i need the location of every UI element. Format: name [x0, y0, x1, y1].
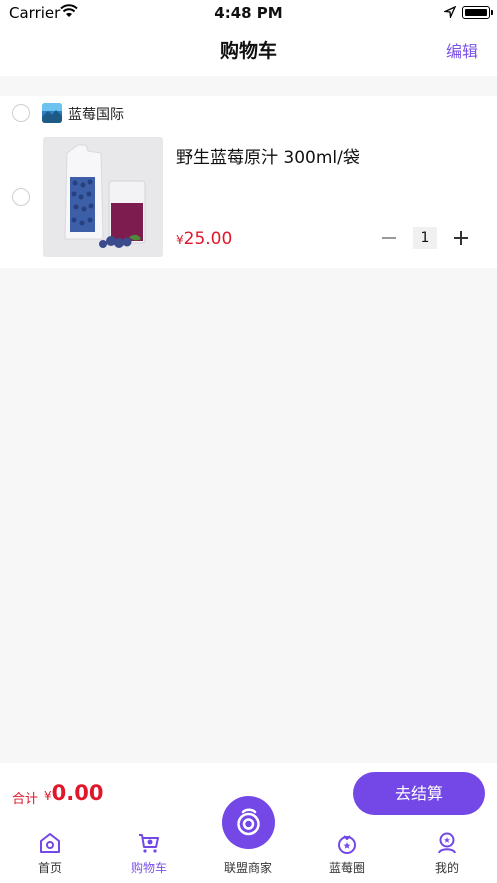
status-bar: Carrier 4:48 PM: [0, 0, 497, 28]
edit-button[interactable]: 编辑: [446, 38, 478, 62]
shop-name: 蓝莓国际: [68, 107, 124, 123]
tab-cart[interactable]: 购物车: [109, 821, 189, 883]
tab-home[interactable]: 首页: [10, 821, 90, 883]
price-value: 25.00: [183, 229, 233, 249]
product-price: ¥25.00: [176, 229, 232, 249]
total-value: 0.00: [51, 781, 104, 805]
profile-icon: [438, 832, 456, 854]
blueberry-icon: [338, 835, 356, 854]
home-icon: [40, 833, 60, 853]
total-label: 合计: [12, 792, 39, 807]
checkout-button[interactable]: 去结算: [353, 772, 485, 815]
tab-blueberry-circle[interactable]: 蓝莓圈: [307, 821, 387, 883]
item-select-radio[interactable]: [12, 188, 30, 206]
location-arrow-icon: [444, 6, 456, 18]
nav-bar: 购物车 编辑: [0, 28, 497, 76]
tab-blueberry-circle-label: 蓝莓圈: [328, 861, 365, 875]
total-amount: ¥0.00: [44, 781, 103, 805]
tab-alliance-label[interactable]: 联盟商家: [208, 859, 288, 876]
shop-select-radio[interactable]: [12, 104, 30, 122]
increase-quantity-button[interactable]: [451, 228, 471, 248]
alliance-icon: [237, 808, 260, 836]
shop-logo-icon: [42, 103, 62, 123]
clock: 4:48 PM: [214, 4, 283, 22]
product-image[interactable]: [43, 137, 163, 257]
tab-bar: 首页 购物车 联盟商家 蓝莓圈 我的: [0, 796, 497, 883]
page-title: 购物车: [219, 40, 277, 62]
tab-profile-label: 我的: [434, 861, 459, 875]
tab-alliance[interactable]: [222, 796, 275, 849]
cart-icon: [139, 834, 159, 853]
quantity-field[interactable]: 1: [413, 227, 437, 249]
product-title[interactable]: 野生蓝莓原汁 300ml/袋: [176, 143, 360, 168]
tab-profile[interactable]: 我的: [407, 821, 487, 883]
total-currency: ¥: [44, 789, 52, 803]
tab-home-label: 首页: [37, 861, 62, 875]
price-currency: ¥: [176, 233, 184, 247]
decrease-quantity-button[interactable]: [379, 228, 399, 248]
cart-shop-group: 蓝莓国际 野生蓝莓原汁 300ml/袋 ¥25.00 1: [0, 96, 497, 268]
battery-icon: [462, 6, 493, 19]
tab-cart-label: 购物车: [130, 861, 167, 875]
